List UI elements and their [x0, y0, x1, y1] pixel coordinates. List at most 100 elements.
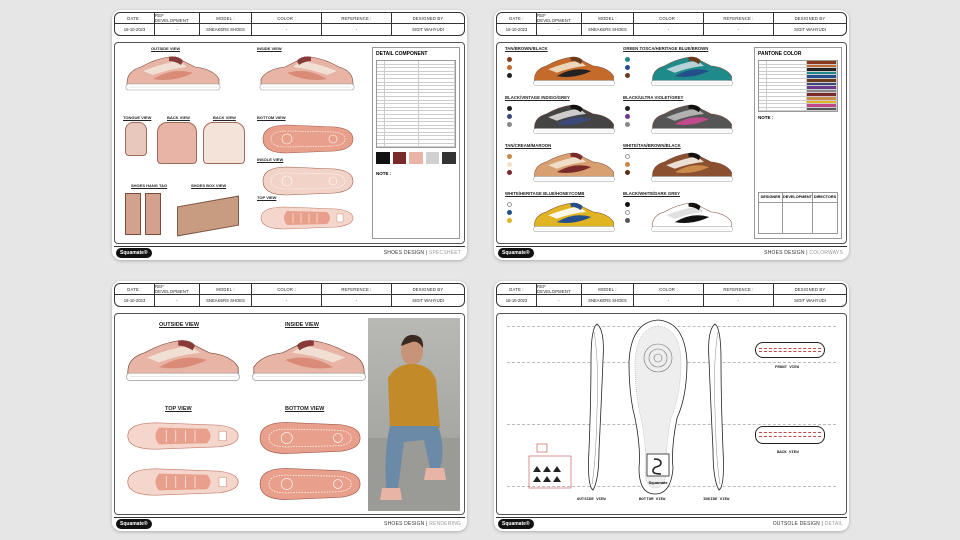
- inside-view-outsole: [708, 323, 724, 491]
- model-photo: [368, 318, 460, 511]
- view-label: OUTSIDE VIEW: [577, 498, 606, 502]
- date-value: 18-10-2023: [505, 298, 528, 303]
- ref-value: -: [176, 298, 178, 303]
- colorway-title: WHITE/TAN/BROWN/BLACK: [623, 143, 681, 148]
- color-swatch: [625, 170, 630, 175]
- outsole-detail-page: DATE : 18-10-2023 REF DEVELOPMENT - MODEL …: [494, 281, 849, 531]
- material-swatch: [376, 152, 390, 165]
- inside-view-shoe: [257, 53, 357, 93]
- ref-label: REF DEVELOPMENT: [155, 284, 199, 295]
- top-view-shoe: [257, 203, 357, 233]
- color-swatch: [507, 170, 512, 175]
- approval-header: DESIGNER: [759, 193, 784, 203]
- color-swatch: [625, 162, 630, 167]
- rendering-page: DATE : 18-10-2023 REF DEVELOPMENT - MODEL …: [112, 281, 467, 531]
- color-swatch: [625, 210, 630, 215]
- color-swatch: [507, 106, 512, 111]
- sheet-header: DATE : 18-10-2023 REF DEVELOPMENT - MODEL …: [496, 12, 847, 36]
- color-swatch: [507, 65, 512, 70]
- footer-sub: RENDERING: [429, 520, 461, 527]
- model-label: MODEL :: [200, 13, 251, 24]
- sheet-header: DATE : 18-10-2023 REF DEVELOPMENT - MODEL …: [114, 283, 465, 307]
- ref-label: REF DEVELOPMENT: [537, 284, 581, 295]
- color-label: COLOR :: [252, 284, 321, 295]
- color-swatch: [507, 210, 512, 215]
- reference-value: -: [355, 298, 358, 303]
- colorway-title: TAN/CREAM/MAROON: [505, 143, 552, 148]
- view-label: OUTSIDE VIEW: [151, 46, 181, 51]
- ref-label: REF DEVELOPMENT: [537, 13, 581, 24]
- component-table: [376, 60, 456, 149]
- color-swatch: [625, 122, 630, 127]
- view-label: TOP VIEW: [165, 406, 192, 412]
- inside-view-render: [249, 332, 369, 388]
- view-label: BACK VIEW: [213, 115, 236, 120]
- footer-title: SHOES DESIGN | COLORWAYS: [764, 250, 843, 256]
- reference-label: REFERENCE :: [704, 13, 773, 24]
- date-label: DATE :: [115, 13, 154, 24]
- tread-pattern-detail: [528, 443, 572, 489]
- view-label: TONGUE VIEW: [123, 115, 152, 120]
- brand-logo: Squamate®: [498, 247, 534, 258]
- model-value: SNEAKERS SHOES: [206, 27, 245, 32]
- approval-header: DIRECTORS: [812, 193, 837, 203]
- pantone-panel: PANTONE COLOR NOTE : DESIGNER DEVELOPMEN…: [754, 47, 842, 239]
- color-swatch: [507, 114, 512, 119]
- brand-logo: Squamate®: [498, 518, 534, 529]
- brand-logo: Squamate®: [116, 247, 152, 258]
- view-label: BOTTOM VIEW: [285, 406, 325, 412]
- tongue-view-shape: [125, 122, 147, 156]
- color-value: -: [285, 27, 288, 32]
- colorways-body: TAN/BROWN/BLACK GREEN TOSCA/HERITAGE BLU…: [496, 42, 847, 244]
- colorway-shoe: [531, 53, 617, 89]
- colorway-title: TAN/BROWN/BLACK: [505, 46, 548, 51]
- ref-value: -: [176, 27, 178, 32]
- colorway-title: BLACK/WHITE/DARK GREY: [623, 191, 681, 196]
- colorway-shoe: [649, 149, 735, 185]
- color-swatch: [625, 154, 630, 159]
- specsheet-page: DATE : 18-10-2023 REF DEVELOPMENT - MODEL …: [112, 10, 467, 260]
- sheet-footer: Squamate® OUTSOLE DESIGN | DETAIL: [496, 517, 847, 529]
- color-swatch: [507, 202, 512, 207]
- colorway-title: WHITE/HERITAGE BLUE/HONEYCOMB: [505, 191, 585, 196]
- rendering-body: OUTSIDE VIEW INSIDE VIEW TOP VIEW BOTTOM…: [114, 313, 465, 515]
- view-label: INSOLE VIEW: [257, 157, 284, 162]
- panel-title: DETAIL COMPONENT: [376, 51, 428, 57]
- sheet-header: DATE : 18-10-2023 REF DEVELOPMENT - MODEL …: [496, 283, 847, 307]
- footer-sub: COLORWAYS: [809, 249, 843, 256]
- hang-tag-1: [125, 193, 141, 235]
- colorway-title: BLACK/ULTRA VIOLET/GREY: [623, 95, 684, 100]
- colorway-title: BLACK/VINTAGE INDIGO/GREY: [505, 95, 570, 100]
- specsheet-body: OUTSIDE VIEW INSIDE VIEW TONGUE VIEW BAC…: [114, 42, 465, 244]
- color-swatch: [625, 57, 630, 62]
- back-view-shape-2: [203, 122, 245, 164]
- color-swatch: [625, 106, 630, 111]
- color-swatch: [625, 65, 630, 70]
- sheet-header: DATE : 18-10-2023 REF DEVELOPMENT - MODEL …: [114, 12, 465, 36]
- footer-title: OUTSOLE DESIGN | DETAIL: [773, 521, 843, 527]
- reference-value: -: [737, 27, 740, 32]
- reference-label: REFERENCE :: [322, 13, 391, 24]
- sheet-footer: Squamate® SHOES DESIGN | SPECSHEET: [114, 246, 465, 258]
- model-label: MODEL :: [582, 284, 633, 295]
- date-value: 18-10-2023: [505, 27, 528, 32]
- colorways-page: DATE : 18-10-2023 REF DEVELOPMENT - MODEL …: [494, 10, 849, 260]
- color-swatch: [507, 57, 512, 62]
- date-label: DATE :: [497, 13, 536, 24]
- model-label: MODEL :: [582, 13, 633, 24]
- view-label: FRONT VIEW: [775, 366, 800, 370]
- view-label: SHOES HANG TAG: [131, 183, 168, 188]
- sheet-footer: Squamate® SHOES DESIGN | RENDERING: [114, 517, 465, 529]
- ref-value: -: [558, 27, 560, 32]
- bottom-view-render-1: [249, 418, 369, 458]
- colorway-shoe: [531, 149, 617, 185]
- designer-label: DESIGNED BY: [392, 284, 464, 295]
- approval-table: DESIGNER DEVELOPMENT DIRECTORS: [758, 192, 838, 234]
- footer-sub: DETAIL: [824, 520, 843, 527]
- pantone-table: [758, 60, 838, 113]
- footer-main: OUTSOLE DESIGN |: [772, 520, 824, 527]
- bottom-view-sole: [257, 121, 357, 157]
- designer-label: DESIGNED BY: [774, 284, 846, 295]
- color-value: -: [667, 27, 670, 32]
- view-label: BOTTOM VIEW: [257, 115, 286, 120]
